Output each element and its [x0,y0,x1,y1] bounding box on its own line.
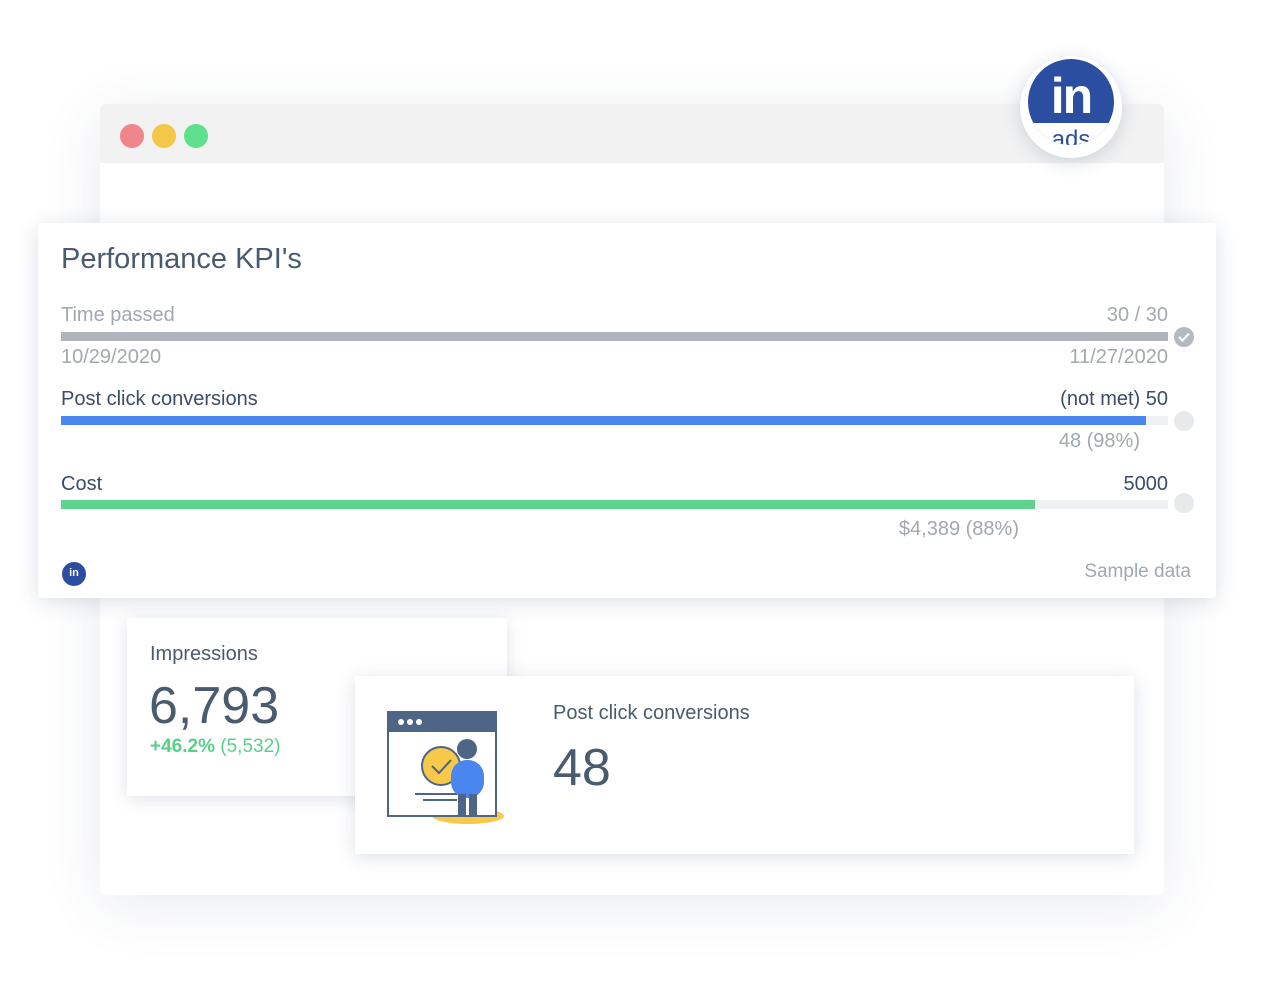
sample-data-note: Sample data [1084,561,1191,582]
person-browser-check-illustration [387,711,504,824]
logo-in-text: in [1050,68,1093,124]
kpi-card-title: Performance KPI's [61,243,302,275]
linkedin-small-logo: in [62,562,86,586]
maximize-window-button[interactable] [184,124,208,148]
cost-label: Cost [61,473,103,495]
post-click-target: (not met) 50 [1060,388,1168,410]
impressions-previous: (5,532) [220,736,281,757]
time-passed-dates: 10/29/2020 11/27/2020 [61,346,1168,370]
logo-circle: in ads [1028,59,1114,145]
post-click-bar [61,416,1168,425]
impressions-delta: +46.2% [150,736,215,757]
window-titlebar [100,104,1164,163]
impressions-label: Impressions [150,643,258,665]
impressions-value: 6,793 [149,677,280,735]
cost-target: 5000 [1123,473,1169,495]
minimize-window-button[interactable] [152,124,176,148]
linkedin-ads-logo: in ads [1020,56,1122,158]
cost-current: $4,389 (88%) [898,518,1019,540]
post-click-header: Post click conversions (not met) 50 [61,388,1168,412]
time-passed-label: Time passed [61,304,175,326]
close-window-button[interactable] [120,124,144,148]
performance-kpi-card: Performance KPI's Time passed 30 / 30 10… [38,223,1216,598]
time-passed-header: Time passed 30 / 30 [61,304,1168,328]
time-passed-value: 30 / 30 [1106,304,1168,326]
post-click-card-value: 48 [553,739,611,797]
empty-circle-icon [1174,493,1194,513]
check-circle-icon [1174,327,1194,347]
logo-ads-text: ads [1051,126,1091,146]
post-click-current: 48 (98%) [1058,430,1140,452]
post-click-conversions-card: Post click conversions 48 [355,676,1134,854]
time-passed-bar [61,332,1168,341]
post-click-current-row: 48 (98%) [61,430,1168,454]
end-date: 11/27/2020 [1069,346,1168,368]
post-click-bar-fill [61,416,1146,425]
empty-circle-icon [1174,411,1194,431]
start-date: 10/29/2020 [61,346,162,368]
cost-current-row: $4,389 (88%) [61,518,1168,542]
post-click-label: Post click conversions [61,388,258,410]
impressions-change: +46.2% (5,532) [150,736,280,758]
post-click-card-label: Post click conversions [553,702,750,724]
cost-header: Cost 5000 [61,473,1168,497]
cost-bar-fill [61,500,1036,509]
time-passed-bar-fill [61,332,1168,341]
cost-bar [61,500,1168,509]
